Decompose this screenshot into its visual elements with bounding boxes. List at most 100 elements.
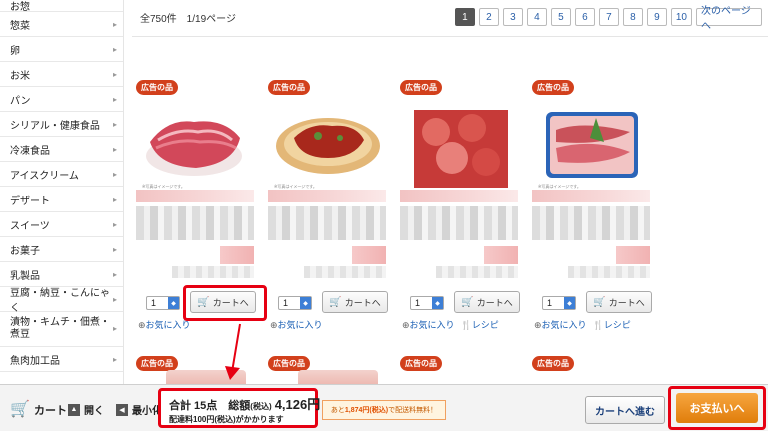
cart-bar-label: カート: [34, 405, 67, 417]
add-to-cart-button[interactable]: 🛒 カートへ: [322, 291, 388, 313]
sidebar-item[interactable]: 卵 ▸: [0, 37, 123, 62]
sidebar-item[interactable]: シリアル・健康食品 ▸: [0, 112, 123, 137]
quantity-select[interactable]: 1 ◆: [542, 296, 576, 310]
sidebar-item[interactable]: 冷凍食品 ▸: [0, 137, 123, 162]
plus-circle-icon: ⊕: [402, 320, 410, 330]
spinner-icon: ◆: [168, 297, 179, 309]
sidebar-item-label: お米: [10, 70, 30, 82]
product-card: 広告の品 ※写真はイメージです。 1 ◆ 🛒 カートへ ⊕お気に入り: [268, 80, 390, 340]
product-image[interactable]: [534, 98, 648, 190]
chevron-right-icon: ▸: [112, 69, 117, 79]
checkout-button[interactable]: お支払いへ: [676, 393, 758, 423]
blurred-product-name: [532, 206, 650, 240]
caret-left-icon: ◀: [116, 403, 128, 416]
free-shipping-prefix: あと: [330, 407, 345, 414]
chevron-right-icon: ▸: [112, 354, 117, 364]
pagination: 1 2 3 4 5 6 7 8 9 10 次のページへ: [454, 6, 762, 32]
free-shipping-suffix: で配送料無料！: [388, 407, 438, 414]
page-link[interactable]: 4: [526, 8, 547, 26]
shopping-page: お惣 惣菜 ▸ 卵 ▸ お米 ▸ パン ▸ シリアル・健康食品 ▸ 冷凍食品 ▸ アイスクリ…: [0, 0, 768, 431]
favorite-link[interactable]: ⊕お気に入り: [402, 318, 455, 331]
blurred-product-name: [400, 206, 518, 240]
quantity-value: 1: [547, 298, 553, 308]
ad-badge: 広告の品: [136, 80, 178, 95]
blurred-maker: [268, 190, 386, 202]
page-link[interactable]: 8: [622, 8, 643, 26]
page-link[interactable]: 5: [550, 8, 571, 26]
page-link[interactable]: 6: [574, 8, 595, 26]
quantity-select[interactable]: 1 ◆: [410, 296, 444, 310]
next-page-button[interactable]: 次のページへ: [696, 6, 762, 32]
sidebar-item[interactable]: お惣: [0, 0, 123, 13]
chevron-right-icon: ▸: [112, 44, 117, 54]
spinner-icon: ◆: [432, 297, 443, 309]
sidebar-item[interactable]: パン ▸: [0, 87, 123, 112]
sidebar-item-label: デザート: [10, 195, 50, 207]
recipe-label: レシピ: [471, 320, 499, 330]
blurred-maker: [532, 190, 650, 202]
add-to-cart-label: カートへ: [608, 297, 645, 308]
recipe-link[interactable]: 🍴レシピ: [593, 318, 631, 331]
page-link[interactable]: 7: [598, 8, 619, 26]
product-image[interactable]: [402, 98, 516, 190]
go-to-cart-button[interactable]: カートへ進む: [585, 396, 665, 424]
blurred-price: [484, 246, 518, 264]
favorite-link[interactable]: ⊕お気に入り: [138, 318, 191, 331]
plus-circle-icon: ⊕: [270, 320, 278, 330]
chevron-right-icon: ▸: [112, 119, 117, 129]
product-card: 広告の品 ※写真はイメージです。 1 ◆ 🛒 カートへ ⊕お気に入り 🍴レシピ: [532, 80, 654, 340]
sidebar-item[interactable]: お米 ▸: [0, 62, 123, 87]
sidebar-item[interactable]: デザート ▸: [0, 187, 123, 212]
tax-note: (税込): [250, 402, 272, 411]
sidebar-item-label: アイスクリーム: [10, 170, 79, 182]
page-link[interactable]: 3: [502, 8, 523, 26]
highlight-box: [183, 285, 267, 321]
sidebar-item[interactable]: 豆腐・納豆・こんにゃく ▸: [0, 287, 123, 314]
blurred-maker: [400, 190, 518, 202]
sidebar-item-label: 冷凍食品: [10, 145, 50, 157]
page-link[interactable]: 2: [478, 8, 499, 26]
chevron-right-icon: ▸: [112, 194, 117, 204]
minimize-label: 最小化: [132, 406, 160, 417]
add-to-cart-button[interactable]: 🛒 カートへ: [586, 291, 652, 313]
total-prefix: 合計 15点 総額: [169, 400, 251, 412]
sidebar-item[interactable]: 漬物・キムチ・佃煮・煮豆 ▸: [0, 312, 123, 347]
recipe-link[interactable]: 🍴レシピ: [461, 318, 499, 331]
plus-circle-icon: ⊕: [534, 320, 542, 330]
minimize-button[interactable]: ◀ 最小化: [116, 402, 160, 417]
favorite-link[interactable]: ⊕お気に入り: [270, 318, 323, 331]
add-to-cart-button[interactable]: 🛒 カートへ: [454, 291, 520, 313]
cart-total: 合計 15点 総額(税込) 4,126円: [169, 394, 320, 413]
caret-up-icon: ▲: [68, 403, 80, 416]
favorite-label: お気に入り: [541, 320, 587, 330]
product-image[interactable]: [270, 98, 384, 190]
quantity-select[interactable]: 1 ◆: [146, 296, 180, 310]
sidebar-item-label: お惣: [10, 2, 30, 13]
favorite-label: お気に入り: [409, 320, 455, 330]
page-link[interactable]: 10: [670, 8, 692, 26]
blurred-maker: [136, 190, 254, 202]
favorite-label: お気に入り: [277, 320, 323, 330]
sidebar-item[interactable]: 魚肉加工品 ▸: [0, 347, 123, 372]
cart-icon: 🛒: [593, 296, 606, 308]
sidebar-item[interactable]: お菓子 ▸: [0, 237, 123, 262]
open-cart-button[interactable]: ▲ 開く: [68, 402, 104, 417]
favorite-label: お気に入り: [145, 320, 191, 330]
chevron-right-icon: ▸: [112, 244, 117, 254]
ad-badge: 広告の品: [268, 80, 310, 95]
sidebar-item[interactable]: 惣菜 ▸: [0, 12, 123, 37]
favorite-link[interactable]: ⊕お気に入り: [534, 318, 587, 331]
ad-badge: 広告の品: [532, 80, 574, 95]
ad-badge: 広告の品: [136, 356, 178, 371]
chevron-right-icon: ▸: [112, 324, 117, 333]
blurred-product-name: [136, 206, 254, 240]
page-link[interactable]: 1: [454, 8, 475, 26]
quantity-select[interactable]: 1 ◆: [278, 296, 312, 310]
product-image[interactable]: [138, 98, 252, 190]
blurred-price: [352, 246, 386, 264]
blurred-tax-price: [568, 266, 650, 278]
sidebar-item-label: 魚肉加工品: [10, 355, 60, 367]
page-link[interactable]: 9: [646, 8, 667, 26]
sidebar-item[interactable]: スイーツ ▸: [0, 212, 123, 237]
sidebar-item[interactable]: アイスクリーム ▸: [0, 162, 123, 187]
